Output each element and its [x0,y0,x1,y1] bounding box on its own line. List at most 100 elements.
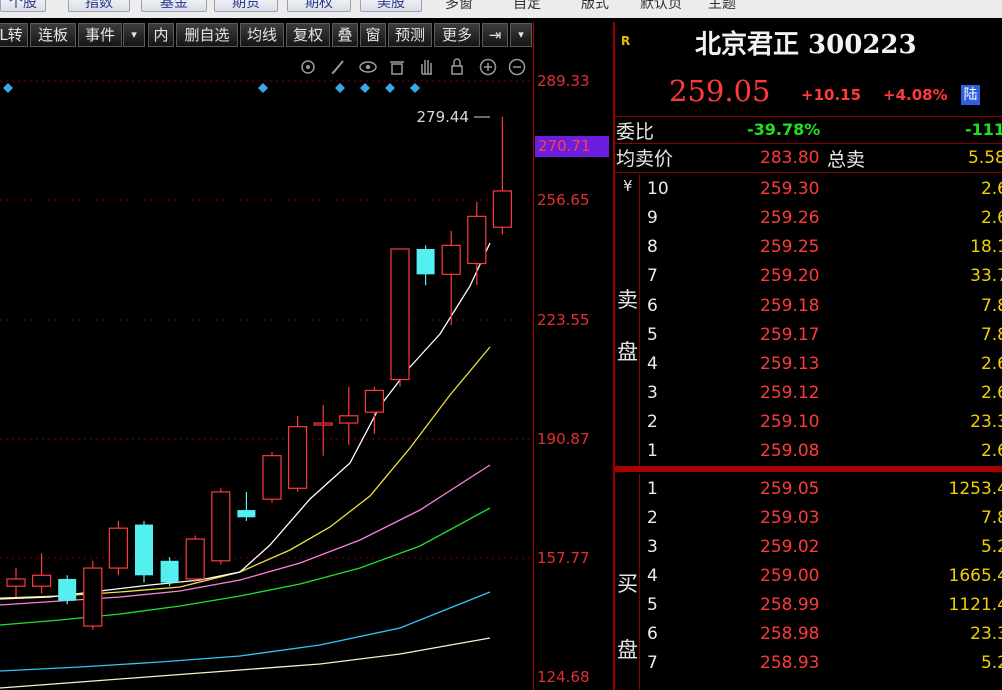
last-price: 259.05 [669,74,771,108]
candle[interactable] [237,491,256,521]
price-change: +10.15 [801,86,862,104]
tool-button-limit-up-streak[interactable]: 连板 [30,23,76,47]
avg-ask-label: 均卖价 [616,148,674,170]
more-dropdown-arrow[interactable]: ▾ [510,23,532,47]
ask-level-row[interactable]: 2 259.10 23.3 [615,409,1002,438]
candle[interactable] [441,230,461,326]
ask-level-row[interactable]: 9 259.26 2.6 [615,205,1002,234]
ask-level-row[interactable]: 7 259.20 33.7 [615,263,1002,292]
candle[interactable] [339,386,359,445]
event-marker-icon[interactable] [385,83,395,93]
tool-button-collapse[interactable]: ⇥ [482,23,508,47]
tool-button-remove-watchlist[interactable]: 删自选 [176,23,238,47]
bid-level-row[interactable]: 1 259.05 1253.4 [615,476,1002,505]
event-marker-icon[interactable] [335,83,345,93]
candle[interactable] [83,560,103,630]
candle[interactable] [492,116,512,235]
candle-body [160,560,179,583]
ask-level-row[interactable]: 5 259.17 7.8 [615,322,1002,351]
candle[interactable] [108,520,129,576]
candle[interactable] [364,386,384,434]
level-number: 2 [647,508,658,528]
tool-button-overlay[interactable]: 叠 [332,23,358,47]
level-volume: 2.6 [980,179,1002,199]
zoom-out-icon[interactable] [508,58,526,76]
tool-button-moving-average[interactable]: 均线 [240,23,284,47]
candle[interactable] [416,245,435,286]
candle-body [211,491,231,562]
candle[interactable] [313,404,333,456]
ask-level-row[interactable]: 6 259.18 7.8 [615,293,1002,322]
ask-level-row[interactable]: 4 259.13 2.6 [615,351,1002,380]
event-marker-icon[interactable] [258,83,268,93]
lock-icon[interactable] [451,58,463,75]
bid-level-row[interactable]: 5 258.99 1121.4 [615,592,1002,621]
candle[interactable] [288,415,308,492]
candle[interactable] [211,488,231,565]
menu-link-theme[interactable]: 主题 [708,0,736,12]
total-ask-value: 5.58 [968,148,1002,168]
menu-button-fund[interactable]: 基金 [141,0,207,12]
candle[interactable] [467,201,487,286]
ask-level-row[interactable]: 3 259.12 2.6 [615,380,1002,409]
tool-button-more[interactable]: 更多 [434,23,480,47]
moving-average-lines [0,242,491,689]
tool-button-window[interactable]: 窗 [360,23,386,47]
level-number: 5 [647,325,658,345]
menu-link-custom[interactable]: 自定 [513,0,541,12]
candle[interactable] [160,557,179,587]
level-volume: 2.6 [980,441,1002,461]
axis-label: 223.55 [537,311,590,329]
candle[interactable] [262,452,282,503]
candle[interactable] [58,575,77,605]
quote-panel: R 北京君正 300223 259.05 +10.15 +4.08% 陆 委比 … [613,22,1002,690]
zoom-in-icon[interactable] [479,58,497,76]
ask-level-row[interactable]: 1 259.08 2.6 [615,438,1002,467]
bid-level-row[interactable]: 2 259.03 7.8 [615,505,1002,534]
axis-label: 124.68 [537,668,590,686]
ask-level-row[interactable]: 8 259.25 18.1 [615,234,1002,263]
menu-button-options[interactable]: 期权 [287,0,351,12]
menu-link-layout[interactable]: 版式 [581,0,609,12]
tool-button-predict[interactable]: 预测 [388,23,432,47]
tool-button-inner[interactable]: 内 [148,23,174,47]
bid-level-row[interactable]: 4 259.00 1665.4 [615,563,1002,592]
event-marker-icon[interactable] [410,83,420,93]
bid-level-row[interactable]: 7 258.93 5.2 [615,650,1002,679]
candle[interactable] [6,568,26,598]
events-dropdown-arrow[interactable]: ▾ [123,23,145,47]
event-marker-icon[interactable] [3,83,13,93]
bid-level-row[interactable]: 6 258.98 23.3 [615,621,1002,650]
tool-button-transfer[interactable]: L转 [0,23,28,47]
level-volume: 7.8 [980,296,1002,316]
menu-link-multiwindow[interactable]: 多窗 [445,0,473,12]
candle[interactable] [31,553,52,594]
tool-button-adjust[interactable]: 复权 [286,23,330,47]
event-marker-icon[interactable] [360,83,370,93]
settings-icon[interactable] [301,60,315,74]
hand-icon[interactable] [421,60,432,75]
candle[interactable] [390,248,410,387]
candle[interactable] [185,535,205,583]
level-price: 258.98 [760,624,820,644]
trash-icon[interactable] [390,61,404,75]
eye-icon[interactable] [359,61,377,73]
menu-button-us-stocks[interactable]: 美股 [360,0,422,12]
bid-level-row[interactable]: 3 259.02 5.2 [615,534,1002,563]
chart-tool-icons [301,58,526,76]
menu-link-default-page[interactable]: 默认页 [640,0,682,12]
candlestick-chart[interactable]: 279.44 [0,50,533,690]
level-price: 259.25 [760,237,820,257]
menu-button-stock[interactable]: 个股 [0,0,46,12]
menu-button-futures[interactable]: 期货 [214,0,278,12]
level-volume: 2.6 [980,208,1002,228]
stock-connect-badge[interactable]: 陆 [961,85,980,105]
menu-button-index[interactable]: 指数 [68,0,130,12]
ma30-line [0,507,491,626]
candle[interactable] [135,520,153,583]
order-ratio-label: 委比 [616,121,655,143]
tool-button-events[interactable]: 事件 [78,23,122,47]
level-volume: 23.3 [970,624,1002,644]
ask-level-row[interactable]: 10 259.30 2.6 [615,176,1002,205]
pen-icon[interactable] [331,60,344,75]
